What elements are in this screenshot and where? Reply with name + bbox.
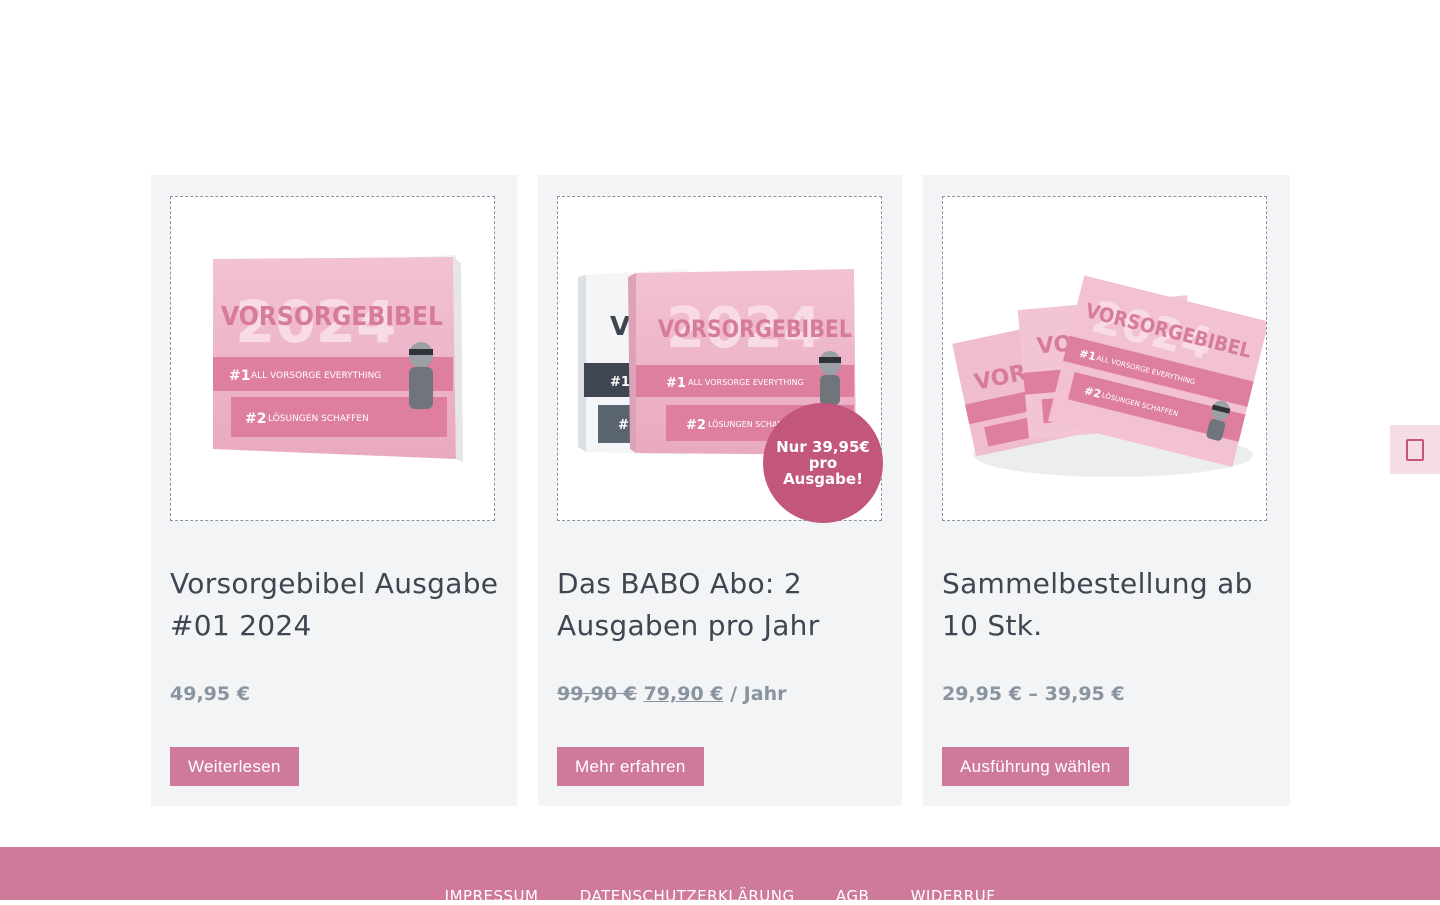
book-line2-num: #2 [686,418,706,433]
product-card-sammelbestellung: VOR VO 2024 VORSORGEBIBEL #1 ALL VORSORG… [923,175,1290,806]
footer-nav: IMPRESSUM DATENSCHUTZERKLÄRUNG AGB WIDER… [0,887,1440,905]
alien-mascot-icon [409,342,433,409]
book-line2-text: LÖSUNGEN SCHAFFEN [268,413,369,424]
book-title-text: VORSORGEBIBEL [221,302,443,332]
svg-text:#1: #1 [610,375,630,390]
product-image-sammelbestellung[interactable]: VOR VO 2024 VORSORGEBIBEL #1 ALL VORSORG… [942,196,1267,521]
book-line1-num: #1 [229,368,250,384]
book-line1-num: #1 [666,376,686,391]
learn-more-button[interactable]: Mehr erfahren [557,747,704,786]
book-illustration: 2024 VORSORGEBIBEL #1 ALL VORSORGE EVERY… [213,255,463,462]
book-line1-text: ALL VORSORGE EVERYTHING [688,378,804,387]
promo-badge: Nur 39,95€ pro Ausgabe! [763,403,883,523]
price-new: 79,90 € [643,683,724,705]
footer-link-datenschutz[interactable]: DATENSCHUTZERKLÄRUNG [580,887,795,905]
product-title[interactable]: Das BABO Abo: 2 Ausgaben pro Jahr [557,563,897,647]
book-title-text: VORSORGEBIBEL [658,315,852,343]
footer-link-widerruf[interactable]: WIDERRUF [911,887,996,905]
product-price: 29,95 € – 39,95 € [942,683,1125,705]
accessibility-icon [1406,438,1424,461]
price-suffix: / Jahr [730,683,787,705]
accessibility-tab-button[interactable] [1390,425,1440,474]
product-title[interactable]: Vorsorgebibel Ausgabe #01 2024 [170,563,510,647]
book-line1-text: ALL VORSORGE EVERYTHING [251,371,381,381]
read-more-button[interactable]: Weiterlesen [170,747,299,786]
choose-variant-button[interactable]: Ausführung wählen [942,747,1129,786]
footer-link-agb[interactable]: AGB [836,887,869,905]
product-card-vorsorgebibel-2024: 2024 VORSORGEBIBEL #1 ALL VORSORGE EVERY… [151,175,517,806]
product-price: 49,95 € [170,683,250,705]
site-footer: IMPRESSUM DATENSCHUTZERKLÄRUNG AGB WIDER… [0,847,1440,905]
svg-text:V: V [610,312,630,342]
product-title[interactable]: Sammelbestellung ab 10 Stk. [942,563,1282,647]
product-image-vorsorgebibel[interactable]: 2024 VORSORGEBIBEL #1 ALL VORSORGE EVERY… [170,196,495,521]
book-stack-illustration: VOR VO 2024 VORSORGEBIBEL #1 ALL VORSORG… [952,275,1266,477]
alien-mascot-icon [819,351,841,405]
footer-link-impressum[interactable]: IMPRESSUM [445,887,539,905]
product-price: 99,90 € 79,90 € / Jahr [557,683,786,705]
book-line2-num: #2 [245,411,266,427]
price-old: 99,90 € [557,683,637,705]
